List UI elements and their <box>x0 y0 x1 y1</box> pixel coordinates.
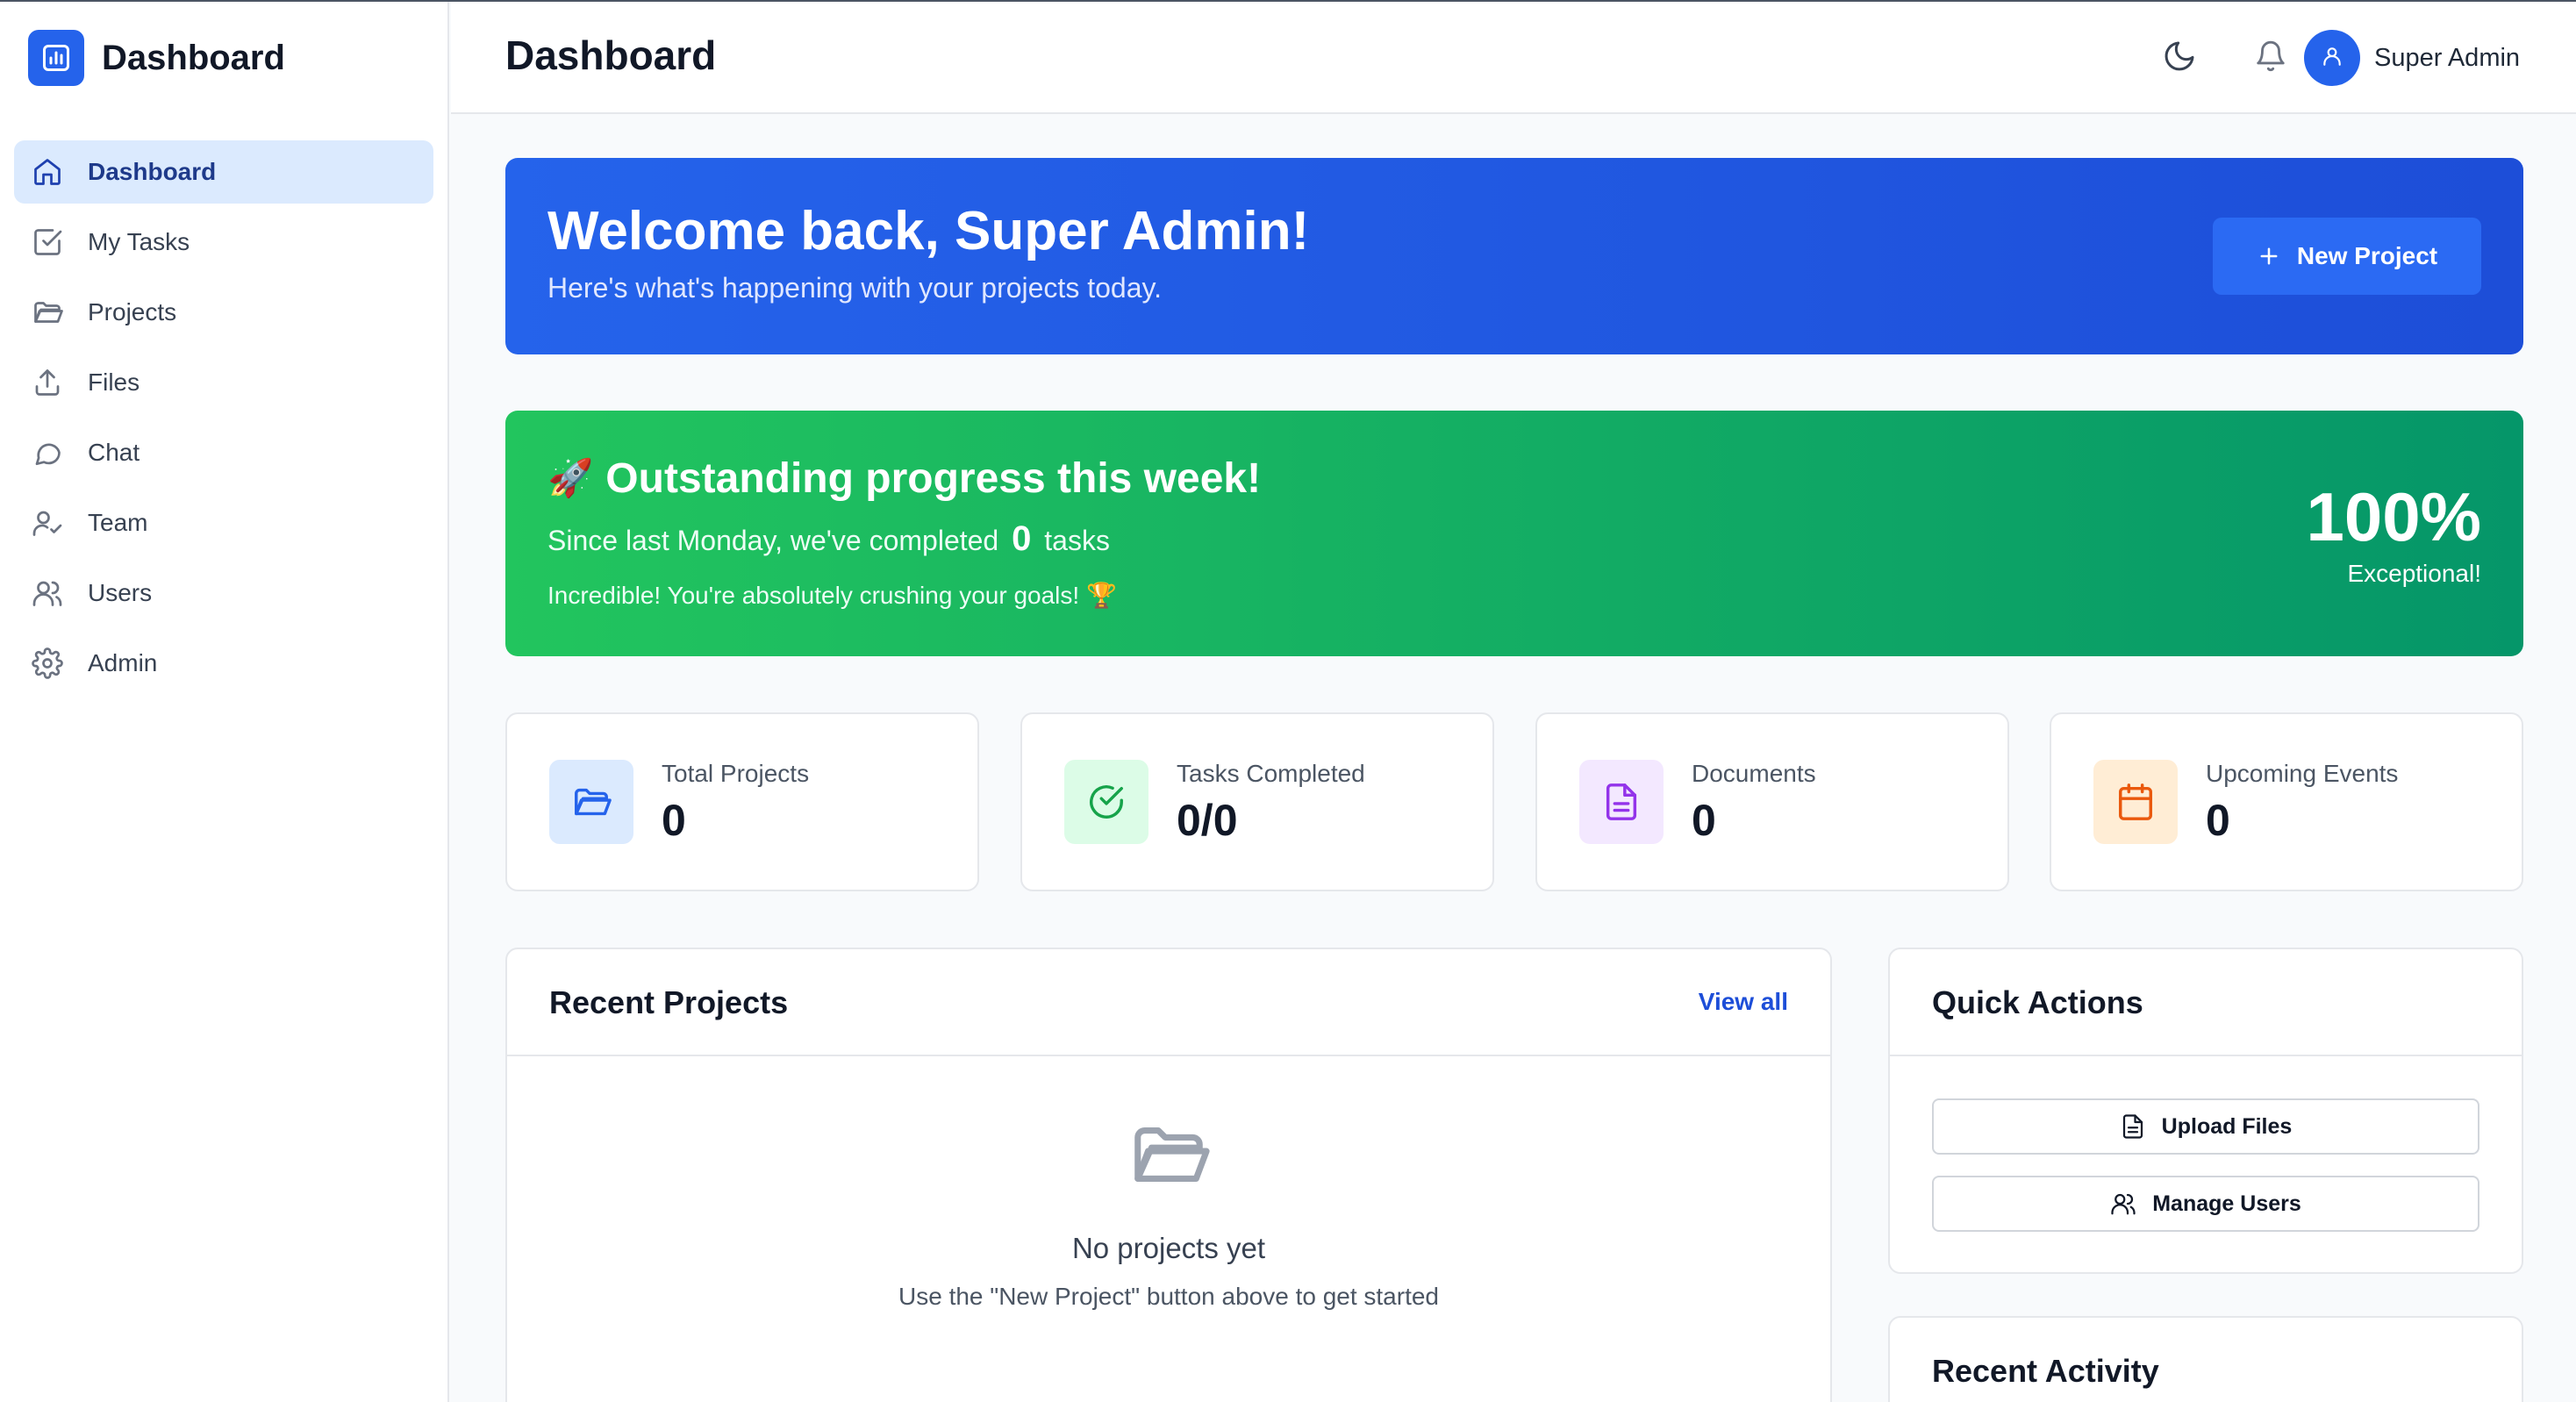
progress-title: 🚀 Outstanding progress this week! <box>547 454 1261 503</box>
welcome-title: Welcome back, Super Admin! <box>547 201 1310 261</box>
new-project-button[interactable]: New Project <box>2213 218 2481 295</box>
plus-icon <box>2257 244 2281 268</box>
sidebar: Dashboard Dashboard My Tasks Projects Fi… <box>0 2 449 1402</box>
calendar-icon <box>2093 760 2178 844</box>
folder-open-icon <box>549 760 633 844</box>
sidebar-item-my-tasks[interactable]: My Tasks <box>14 211 433 274</box>
sidebar-item-label: Dashboard <box>88 158 217 185</box>
moon-icon <box>2162 39 2197 78</box>
folder-open-icon <box>1127 1112 1211 1197</box>
progress-title-text: Outstanding progress this week! <box>605 455 1262 502</box>
welcome-subtitle: Here's what's happening with your projec… <box>547 272 1162 304</box>
user-icon <box>2321 45 2343 72</box>
progress-sub-suffix: tasks <box>1044 525 1110 556</box>
user-menu[interactable]: Super Admin <box>2304 28 2520 88</box>
user-check-icon <box>30 505 65 540</box>
folder-open-icon <box>30 295 65 330</box>
document-icon <box>1579 760 1664 844</box>
empty-state-subtitle: Use the "New Project" button above to ge… <box>898 1283 1439 1310</box>
brand[interactable]: Dashboard <box>28 30 285 86</box>
progress-percent: 100% <box>2306 478 2482 555</box>
stat-card-documents: Documents 0 <box>1535 712 2009 891</box>
rocket-icon: 🚀 <box>547 457 594 498</box>
progress-sub-prefix: Since last Monday, we've completed <box>547 525 999 556</box>
stat-card-upcoming-events: Upcoming Events 0 <box>2050 712 2523 891</box>
check-circle-icon <box>1064 760 1148 844</box>
chat-bubble-icon <box>30 435 65 470</box>
recent-projects-title: Recent Projects <box>549 984 789 1020</box>
stat-value: 0 <box>662 796 686 845</box>
user-name: Super Admin <box>2374 43 2521 72</box>
users-icon <box>2110 1191 2136 1217</box>
recent-projects-panel: Recent Projects View all No projects yet… <box>505 948 1832 1402</box>
page-title: Dashboard <box>505 32 717 78</box>
view-all-link[interactable]: View all <box>1699 988 1788 1016</box>
stat-value: 0/0 <box>1177 796 1238 845</box>
manage-users-label: Manage Users <box>2152 1191 2301 1216</box>
panel-header: Recent Projects View all <box>507 949 1830 1056</box>
sidebar-item-label: Users <box>88 579 153 606</box>
brand-title: Dashboard <box>102 38 285 77</box>
sidebar-item-chat[interactable]: Chat <box>14 421 433 484</box>
empty-state-title: No projects yet <box>1071 1232 1266 1264</box>
sidebar-item-files[interactable]: Files <box>14 351 433 414</box>
manage-users-button[interactable]: Manage Users <box>1932 1176 2479 1232</box>
sidebar-item-label: Files <box>88 368 140 396</box>
users-icon <box>30 576 65 611</box>
stat-value: 0 <box>1692 796 1716 845</box>
tasks-completed-count: 0 <box>1012 519 1032 558</box>
sidebar-item-users[interactable]: Users <box>14 562 433 625</box>
bar-chart-icon <box>28 30 84 86</box>
new-project-label: New Project <box>2296 242 2438 269</box>
check-square-icon <box>30 225 65 260</box>
quick-actions-panel: Quick Actions Upload Files Manage Users <box>1888 948 2523 1274</box>
notifications-button[interactable] <box>2243 30 2299 86</box>
theme-toggle-button[interactable] <box>2151 30 2207 86</box>
stat-label: Upcoming Events <box>2206 760 2399 787</box>
stat-card-tasks-completed: Tasks Completed 0/0 <box>1020 712 1494 891</box>
window-top-border <box>0 0 2576 2</box>
recent-activity-title: Recent Activity <box>1932 1353 2159 1389</box>
gear-icon <box>30 646 65 681</box>
stat-label: Tasks Completed <box>1177 760 1365 787</box>
sidebar-item-admin[interactable]: Admin <box>14 632 433 695</box>
sidebar-item-projects[interactable]: Projects <box>14 281 433 344</box>
panel-header: Quick Actions <box>1890 949 2522 1056</box>
top-header: Dashboard Super Admin <box>451 2 2576 114</box>
sidebar-item-team[interactable]: Team <box>14 491 433 554</box>
upload-files-label: Upload Files <box>2161 1113 2293 1139</box>
stat-value: 0 <box>2206 796 2230 845</box>
sidebar-item-label: Chat <box>88 439 140 466</box>
progress-note: Incredible! You're absolutely crushing y… <box>547 582 1117 609</box>
quick-actions-title: Quick Actions <box>1932 984 2143 1020</box>
progress-subtitle: Since last Monday, we've completed 0 tas… <box>547 519 1110 559</box>
welcome-banner: Welcome back, Super Admin! Here's what's… <box>505 158 2523 354</box>
home-icon <box>30 154 65 190</box>
avatar <box>2304 30 2360 86</box>
document-icon <box>2120 1113 2146 1140</box>
sidebar-nav: Dashboard My Tasks Projects Files Chat T… <box>14 140 433 702</box>
upload-files-button[interactable]: Upload Files <box>1932 1098 2479 1155</box>
sidebar-item-label: Team <box>88 509 148 536</box>
upload-icon <box>30 365 65 400</box>
sidebar-item-label: Projects <box>88 298 177 325</box>
sidebar-item-label: Admin <box>88 649 158 676</box>
progress-banner: 🚀 Outstanding progress this week! Since … <box>505 411 2523 656</box>
sidebar-item-label: My Tasks <box>88 228 190 255</box>
stat-label: Total Projects <box>662 760 810 787</box>
sidebar-item-dashboard[interactable]: Dashboard <box>14 140 433 204</box>
recent-activity-panel: Recent Activity <box>1888 1316 2523 1402</box>
stat-label: Documents <box>1692 760 1816 787</box>
stat-card-total-projects: Total Projects 0 <box>505 712 979 891</box>
progress-rating: Exceptional! <box>2347 560 2481 587</box>
bell-icon <box>2254 39 2287 77</box>
